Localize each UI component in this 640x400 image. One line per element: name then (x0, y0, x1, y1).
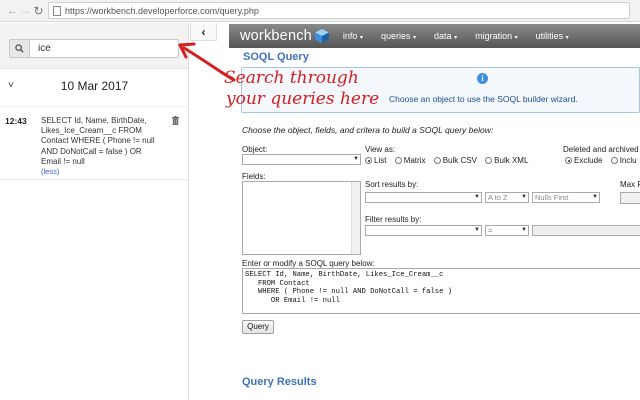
menu-queries[interactable]: queries ▾ (381, 31, 416, 41)
history-entry-time: 12:43 (5, 116, 27, 126)
trash-icon[interactable] (172, 116, 179, 125)
date-group-header[interactable]: ˅ 10 Mar 2017 (0, 75, 189, 99)
view-as-matrix-label: Matrix (403, 156, 426, 165)
info-text: Choose an object to use the SOQL builder… (389, 94, 578, 104)
radio-icon[interactable] (394, 157, 402, 164)
dropdown-arrow-icon: ▼ (521, 194, 527, 200)
dropdown-arrow-icon: ▼ (474, 194, 480, 200)
cube-logo-icon (314, 29, 329, 43)
back-icon[interactable]: ← (6, 5, 19, 17)
caret-down-icon: ▾ (454, 35, 458, 41)
history-entry[interactable]: 12:43 SELECT Id, Name, BirthDate, Likes_… (0, 106, 189, 180)
page-icon (53, 5, 61, 16)
instructions: Choose the object, fields, and critera t… (242, 125, 494, 135)
menu-migration[interactable]: migration ▾ (475, 31, 518, 41)
reload-icon[interactable]: ↻ (32, 4, 45, 18)
less-link[interactable]: (less) (41, 167, 59, 176)
radio-selected-icon[interactable] (565, 157, 572, 164)
fields-scrollbar[interactable] (351, 182, 360, 254)
dropdown-arrow-icon: ▼ (474, 227, 480, 233)
search-input[interactable] (29, 39, 179, 58)
forward-icon[interactable]: → (19, 5, 32, 17)
menu-migration-label: migration (475, 31, 513, 41)
sort-direction-value: A to Z (488, 193, 508, 202)
dropdown-arrow-icon: ▼ (592, 194, 598, 200)
sort-nulls-value: Nulls First (535, 193, 569, 202)
max-records-input[interactable] (620, 192, 640, 204)
dropdown-arrow-icon: ▼ (521, 227, 527, 233)
browser-toolbar: ← → ↻ https://workbench.developerforce.c… (0, 0, 640, 22)
search-icon (15, 44, 24, 53)
history-entry-query[interactable]: SELECT Id, Name, BirthDate, Likes_Ice_Cr… (41, 116, 163, 177)
radio-icon[interactable] (485, 157, 493, 164)
fields-listbox[interactable] (242, 181, 361, 255)
menu-queries-label: queries (380, 31, 411, 41)
annotation-line-2: your queries here (226, 89, 380, 109)
query-history-sidebar: ˅ 10 Mar 2017 12:43 SELECT Id, Name, Bir… (0, 23, 189, 400)
deleted-exclude-option[interactable]: Exclude (565, 156, 602, 165)
view-as-label: View as: (365, 145, 396, 154)
date-group-label: 10 Mar 2017 (60, 79, 129, 93)
deleted-archived-options: Exclude Inclu (565, 156, 640, 165)
filter-operator-select[interactable]: = ▼ (485, 225, 529, 236)
caret-down-icon: ▾ (565, 35, 569, 41)
menu-info[interactable]: info ▾ (343, 31, 363, 41)
view-as-bulk-csv-option[interactable]: Bulk CSV (433, 156, 477, 165)
radio-icon[interactable] (610, 157, 618, 164)
max-records-label: Max R (620, 180, 640, 189)
view-as-matrix-option[interactable]: Matrix (394, 156, 426, 165)
query-textarea[interactable]: SELECT Id, Name, BirthDate, Likes_Ice_Cr… (242, 268, 640, 314)
query-results-title: Query Results (242, 376, 317, 388)
caret-down-icon: ▾ (514, 35, 518, 41)
object-select[interactable]: ▼ (242, 154, 361, 165)
filter-label: Filter results by: (365, 215, 422, 224)
query-label: Enter or modify a SOQL query below: (242, 259, 375, 268)
workbench-logo: workbench (240, 28, 312, 44)
view-as-bulk-csv-label: Bulk CSV (442, 156, 477, 165)
deleted-include-label: Inclu (619, 156, 637, 165)
url-text: https://workbench.developerforce.com/que… (65, 5, 259, 16)
radio-icon[interactable] (433, 157, 441, 164)
info-icon: i (477, 73, 488, 84)
view-as-list-label: List (374, 156, 387, 165)
view-as-list-option[interactable]: List (365, 156, 386, 165)
sort-direction-select[interactable]: A to Z ▼ (485, 192, 529, 203)
deleted-include-option[interactable]: Inclu (610, 156, 637, 165)
view-as-bulk-xml-label: Bulk XML (494, 156, 529, 165)
sort-label: Sort results by: (365, 180, 419, 189)
menu-utilities[interactable]: utilities ▾ (536, 31, 569, 41)
search-bar (0, 23, 188, 69)
menu-data[interactable]: data ▾ (434, 31, 457, 41)
history-entry-query-text[interactable]: SELECT Id, Name, BirthDate, Likes_Ice_Cr… (41, 116, 155, 166)
deleted-archived-label: Deleted and archived (563, 145, 639, 154)
dropdown-arrow-icon: ▼ (353, 156, 359, 162)
radio-selected-icon[interactable] (365, 157, 372, 164)
filter-value-input[interactable] (532, 225, 640, 236)
menu-utilities-label: utilities (535, 31, 564, 41)
query-button[interactable]: Query (242, 320, 274, 334)
address-bar[interactable]: https://workbench.developerforce.com/que… (48, 2, 630, 19)
view-as-options: List Matrix Bulk CSV Bulk XML (365, 156, 534, 165)
filter-operator-value: = (488, 226, 493, 235)
deleted-exclude-label: Exclude (574, 156, 603, 165)
object-label: Object: (242, 145, 268, 154)
caret-down-icon: ▾ (413, 35, 417, 41)
fields-label: Fields: (242, 172, 266, 181)
filter-field-select[interactable]: ▼ (365, 225, 482, 236)
page-title: SOQL Query (243, 51, 309, 63)
search-button[interactable] (9, 39, 29, 58)
sort-field-select[interactable]: ▼ (365, 192, 482, 203)
caret-down-icon: ▾ (359, 35, 363, 41)
sort-nulls-select[interactable]: Nulls First ▼ (532, 192, 600, 203)
menu-data-label: data (434, 31, 452, 41)
workbench-header: workbench info ▾ queries ▾ data ▾ migrat… (229, 24, 640, 48)
annotation-line-1: Search through (224, 68, 359, 88)
menu-info-label: info (342, 31, 358, 41)
annotation-text: Search through your queries here (224, 68, 379, 110)
view-as-bulk-xml-option[interactable]: Bulk XML (485, 156, 528, 165)
